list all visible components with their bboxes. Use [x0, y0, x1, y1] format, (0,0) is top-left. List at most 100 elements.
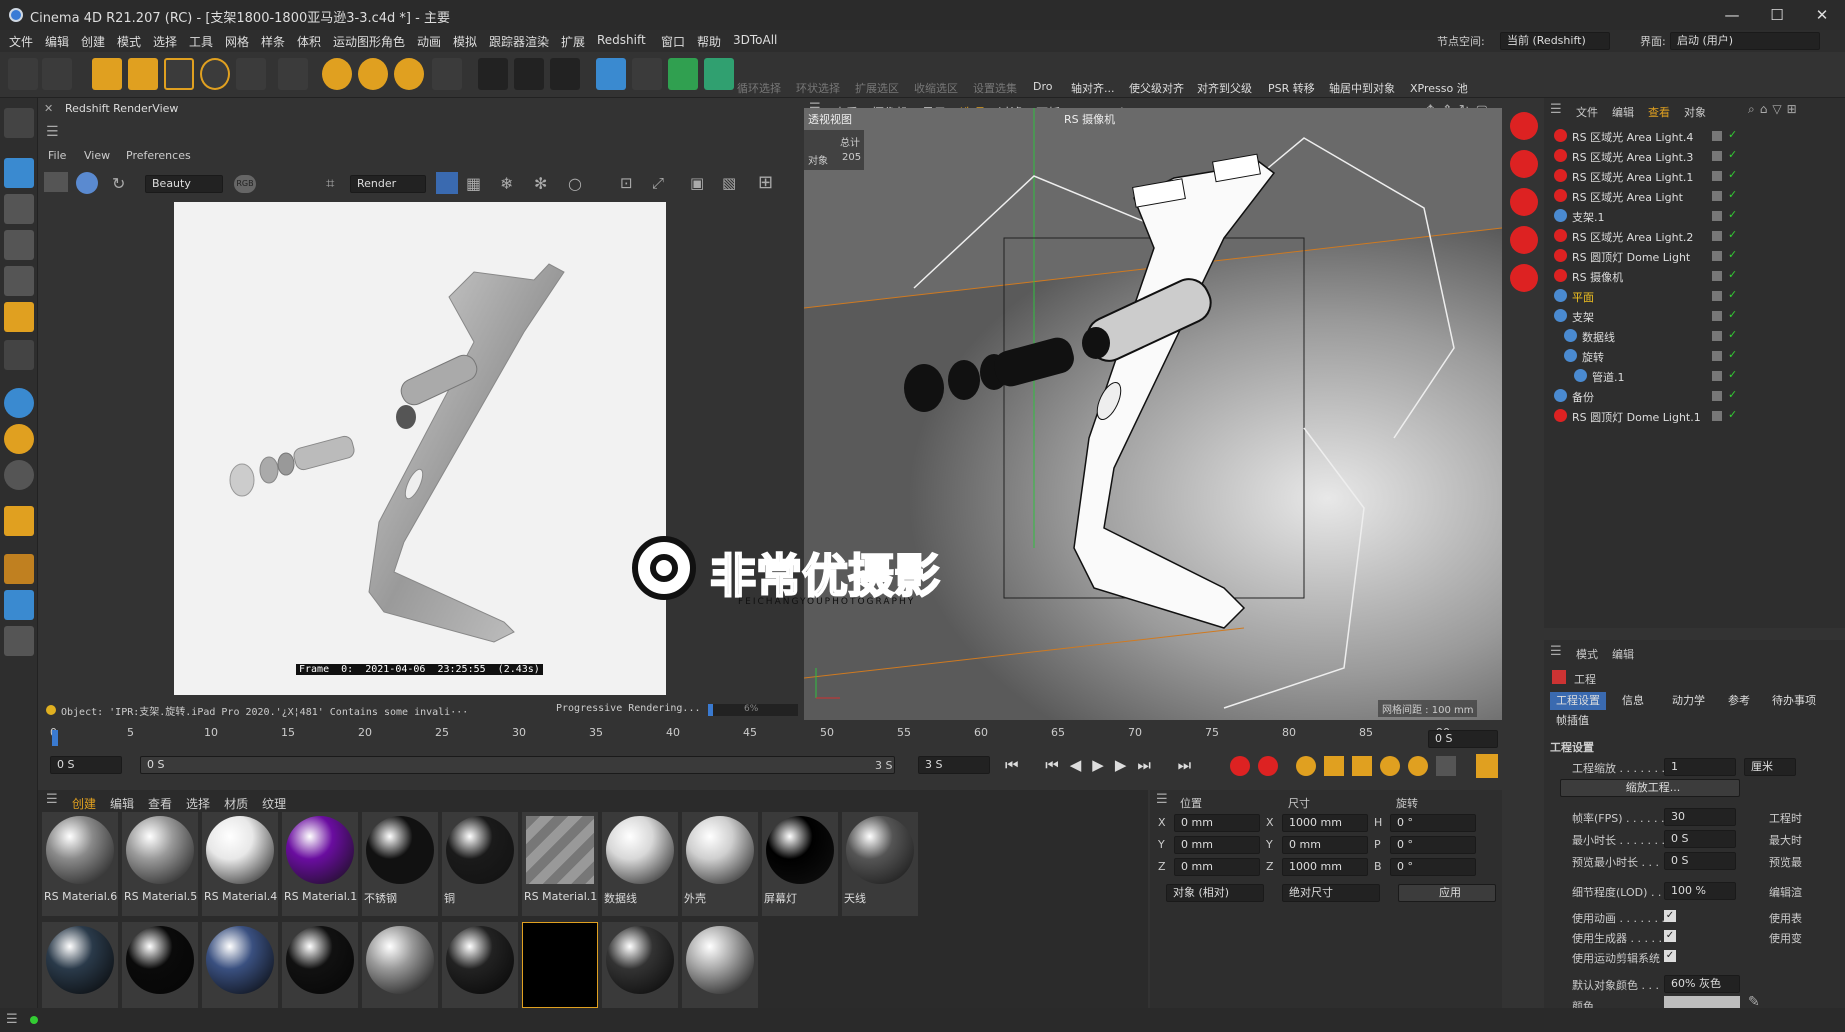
object-row[interactable]: RS 摄像机 ✓ — [1548, 266, 1838, 286]
rs-bulb-icon[interactable] — [1510, 226, 1538, 254]
render-settings-icon[interactable] — [550, 58, 580, 90]
om-menu-object[interactable]: 对象 — [1684, 104, 1706, 120]
menu-item[interactable]: 样条 — [261, 33, 285, 50]
keyframe-selection-icon[interactable] — [1296, 756, 1316, 776]
workplane-icon[interactable] — [4, 554, 34, 584]
loop-select-label[interactable]: 循环选择 — [737, 80, 781, 96]
tab-todo[interactable]: 待办事项 — [1766, 692, 1822, 710]
use-motion-checkbox[interactable]: ✓ — [1664, 950, 1676, 962]
render-mode-select[interactable]: Render — [350, 175, 426, 193]
enabled-check-icon[interactable]: ✓ — [1728, 368, 1737, 381]
material-swatch[interactable] — [522, 922, 598, 1008]
material-swatch[interactable]: RS Material.1 — [522, 812, 598, 916]
visibility-icon[interactable] — [1712, 391, 1722, 401]
visibility-icon[interactable] — [1712, 291, 1722, 301]
material-menu-item[interactable]: 编辑 — [110, 797, 134, 811]
fps-input[interactable]: 30 — [1664, 808, 1736, 826]
workplane-snap-icon[interactable] — [4, 460, 34, 490]
autokey-icon[interactable] — [1258, 756, 1278, 776]
menu-item[interactable]: 模式 — [117, 33, 141, 50]
menu-item[interactable]: 帮助 — [697, 33, 721, 50]
redo-icon[interactable] — [42, 58, 72, 90]
enabled-check-icon[interactable]: ✓ — [1728, 128, 1737, 141]
record-icon[interactable] — [1230, 756, 1250, 776]
menu-item[interactable]: 跟踪器 — [489, 33, 525, 50]
visibility-icon[interactable] — [1712, 271, 1722, 281]
material-swatch[interactable] — [602, 922, 678, 1008]
menu-item[interactable]: 创建 — [81, 33, 105, 50]
key-param-icon[interactable] — [1408, 756, 1428, 776]
coord-value-field[interactable]: 1000 mm — [1282, 814, 1368, 832]
material-menu-item[interactable]: 创建 — [72, 797, 96, 811]
menu-item[interactable]: 动画 — [417, 33, 441, 50]
drop-label[interactable]: Dro — [1033, 80, 1052, 93]
set-selection-label[interactable]: 设置选集 — [973, 80, 1017, 96]
perspective-viewport[interactable]: 透视视图 RS 摄像机 总计 对象 205 网格间距 : 100 mm — [804, 108, 1502, 720]
menu-item[interactable]: 运动图形 — [333, 33, 381, 50]
axis-mode-icon[interactable] — [4, 340, 34, 370]
center-axis-label[interactable]: 轴居中到对象 — [1329, 80, 1395, 96]
snap-icon[interactable] — [4, 388, 34, 418]
material-swatch[interactable]: 屏幕灯 — [762, 812, 838, 916]
rv-menu-view[interactable]: View — [84, 149, 110, 162]
coordinate-system-icon[interactable] — [432, 58, 462, 90]
snap-settings-icon[interactable] — [4, 424, 34, 454]
material-swatch[interactable] — [362, 922, 438, 1008]
object-row[interactable]: 管道.1 ✓ — [1548, 366, 1838, 386]
enabled-check-icon[interactable]: ✓ — [1728, 408, 1737, 421]
object-row[interactable]: RS 区域光 Area Light.4 ✓ — [1548, 126, 1838, 146]
menu-item[interactable]: 选择 — [153, 33, 177, 50]
default-color-select[interactable]: 60% 灰色 — [1664, 975, 1740, 993]
material-swatch[interactable] — [202, 922, 278, 1008]
material-swatch[interactable]: RS Material.1 — [282, 812, 358, 916]
tab-frame-interpolation[interactable]: 帧插值 — [1550, 712, 1595, 730]
render-region-icon[interactable] — [478, 58, 508, 90]
grow-select-label[interactable]: 扩展选区 — [855, 80, 899, 96]
material-swatch[interactable]: RS Material.5 — [122, 812, 198, 916]
visibility-icon[interactable] — [1712, 411, 1722, 421]
render-view-icon[interactable] — [514, 58, 544, 90]
scale-unit-select[interactable]: 厘米 — [1744, 758, 1796, 776]
menu-item[interactable]: 文件 — [9, 33, 33, 50]
coord-value-field[interactable]: 0 ° — [1390, 814, 1476, 832]
move-icon[interactable] — [128, 58, 158, 90]
object-row[interactable]: 支架.1 ✓ — [1548, 206, 1838, 226]
hamburger-icon[interactable]: ☰ — [46, 124, 59, 140]
rotate-icon[interactable] — [200, 58, 230, 90]
aov-select[interactable]: Beauty — [145, 175, 223, 193]
crop-icon[interactable]: ⌗ — [326, 174, 334, 192]
coord-value-field[interactable]: 0 mm — [1282, 836, 1368, 854]
rv-menu-file[interactable]: File — [48, 149, 66, 162]
material-menu-item[interactable]: 材质 — [224, 797, 248, 811]
visibility-icon[interactable] — [1712, 151, 1722, 161]
attr-hamburger-icon[interactable]: ☰ — [1550, 644, 1562, 659]
preview-min-input[interactable]: 0 S — [1664, 852, 1736, 870]
visibility-icon[interactable] — [1712, 211, 1722, 221]
end-time-field[interactable]: 3 S — [918, 756, 990, 774]
material-swatch[interactable] — [682, 922, 758, 1008]
object-row[interactable]: 数据线 ✓ — [1548, 326, 1838, 346]
locked-workplane-icon[interactable] — [4, 626, 34, 656]
circle-icon[interactable]: ○ — [568, 174, 582, 193]
scale-icon[interactable] — [164, 58, 194, 90]
add-snapshot-icon[interactable]: ⊞ — [758, 172, 773, 193]
model-mode-icon[interactable] — [4, 158, 34, 188]
fit-icon[interactable]: ⤢ — [652, 174, 664, 192]
current-frame-field[interactable]: 0 S — [1428, 730, 1498, 748]
object-row[interactable]: RS 圆顶灯 Dome Light.1 ✓ — [1548, 406, 1838, 426]
axis-align-label[interactable]: 轴对齐... — [1071, 80, 1115, 96]
range-slider[interactable]: 0 S — [140, 756, 895, 774]
maximize-icon[interactable]: ☐ — [1765, 4, 1789, 26]
z-axis-icon[interactable] — [394, 58, 424, 90]
enabled-check-icon[interactable]: ✓ — [1728, 308, 1737, 321]
material-menu-item[interactable]: 查看 — [148, 797, 172, 811]
size-mode-select[interactable]: 绝对尺寸 — [1282, 884, 1380, 902]
coord-value-field[interactable]: 0 mm — [1174, 814, 1260, 832]
start-time-field[interactable]: 0 S — [50, 756, 122, 774]
material-swatch[interactable] — [442, 922, 518, 1008]
lod-input[interactable]: 100 % — [1664, 882, 1736, 900]
texture-mode-icon[interactable] — [4, 194, 34, 224]
menu-item[interactable]: 工具 — [189, 33, 213, 50]
rv-menu-preferences[interactable]: Preferences — [126, 149, 191, 162]
material-menu-item[interactable]: 纹理 — [262, 797, 286, 811]
